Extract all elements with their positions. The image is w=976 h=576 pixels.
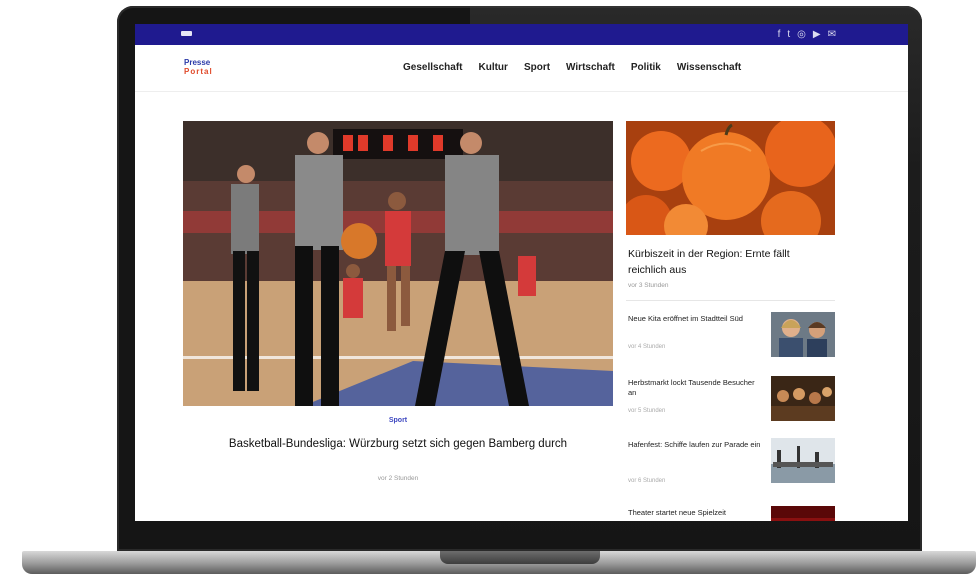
card-thumbnail[interactable] (771, 312, 835, 357)
twitter-icon[interactable]: t (787, 29, 790, 40)
social-links: f t ◎ ▶ ✉ (778, 29, 836, 40)
logo-line-2: Portal (184, 67, 213, 76)
card-thumbnail[interactable] (771, 438, 835, 483)
nav-item[interactable]: Gesellschaft (403, 62, 462, 73)
top-bar: f t ◎ ▶ ✉ (135, 24, 908, 45)
divider (626, 300, 835, 301)
browser-screen: f t ◎ ▶ ✉ Presse Portal Gesellschaft Kul… (135, 24, 908, 521)
news-card[interactable]: Hafenfest: Schiffe laufen zur Parade ein… (626, 438, 835, 488)
card-thumbnail[interactable] (771, 506, 835, 521)
nav-item[interactable]: Wirtschaft (566, 62, 615, 73)
mail-icon[interactable]: ✉ (828, 29, 836, 40)
hero-image[interactable] (183, 121, 613, 406)
nav-item[interactable]: Sport (524, 62, 550, 73)
card-thumbnail[interactable] (771, 376, 835, 421)
card-title[interactable]: Herbstmarkt lockt Tausende Besucher an (628, 378, 764, 398)
hero-meta: vor 2 Stunden (377, 475, 419, 482)
nav-item[interactable]: Wissenschaft (677, 62, 741, 73)
hero-category[interactable]: Sport (183, 417, 613, 424)
nav-item[interactable]: Politik (631, 62, 661, 73)
facebook-icon[interactable]: f (778, 29, 781, 40)
youtube-icon[interactable]: ▶ (813, 29, 821, 40)
site-header: Presse Portal Gesellschaft Kultur Sport … (135, 45, 908, 92)
site-logo[interactable]: Presse Portal (184, 58, 213, 76)
card-title[interactable]: Neue Kita eröffnet im Stadtteil Süd (628, 314, 764, 324)
card-title[interactable]: Hafenfest: Schiffe laufen zur Parade ein (628, 440, 764, 450)
logo-line-1: Presse (184, 58, 211, 67)
card-title[interactable]: Theater startet neue Spielzeit (628, 508, 764, 518)
hero-headline[interactable]: Basketball-Bundesliga: Würzburg setzt si… (203, 434, 593, 455)
menu-icon[interactable] (181, 31, 192, 36)
news-card[interactable]: Theater startet neue Spielzeit (626, 506, 835, 521)
news-card[interactable]: Neue Kita eröffnet im Stadtteil Süd vor … (626, 312, 835, 362)
card-meta: vor 5 Stunden (628, 408, 666, 414)
feature-headline[interactable]: Kürbiszeit in der Region: Ernte fällt re… (628, 246, 828, 278)
main-nav: Gesellschaft Kultur Sport Wirtschaft Pol… (403, 62, 757, 73)
nav-item[interactable]: Kultur (478, 62, 507, 73)
feature-image[interactable] (626, 121, 835, 235)
laptop-notch (440, 551, 600, 564)
feature-meta: vor 3 Stunden (628, 282, 669, 289)
card-meta: vor 6 Stunden (628, 478, 666, 484)
card-meta: vor 4 Stunden (628, 344, 666, 350)
news-card[interactable]: Herbstmarkt lockt Tausende Besucher an v… (626, 376, 835, 426)
instagram-icon[interactable]: ◎ (797, 29, 806, 40)
